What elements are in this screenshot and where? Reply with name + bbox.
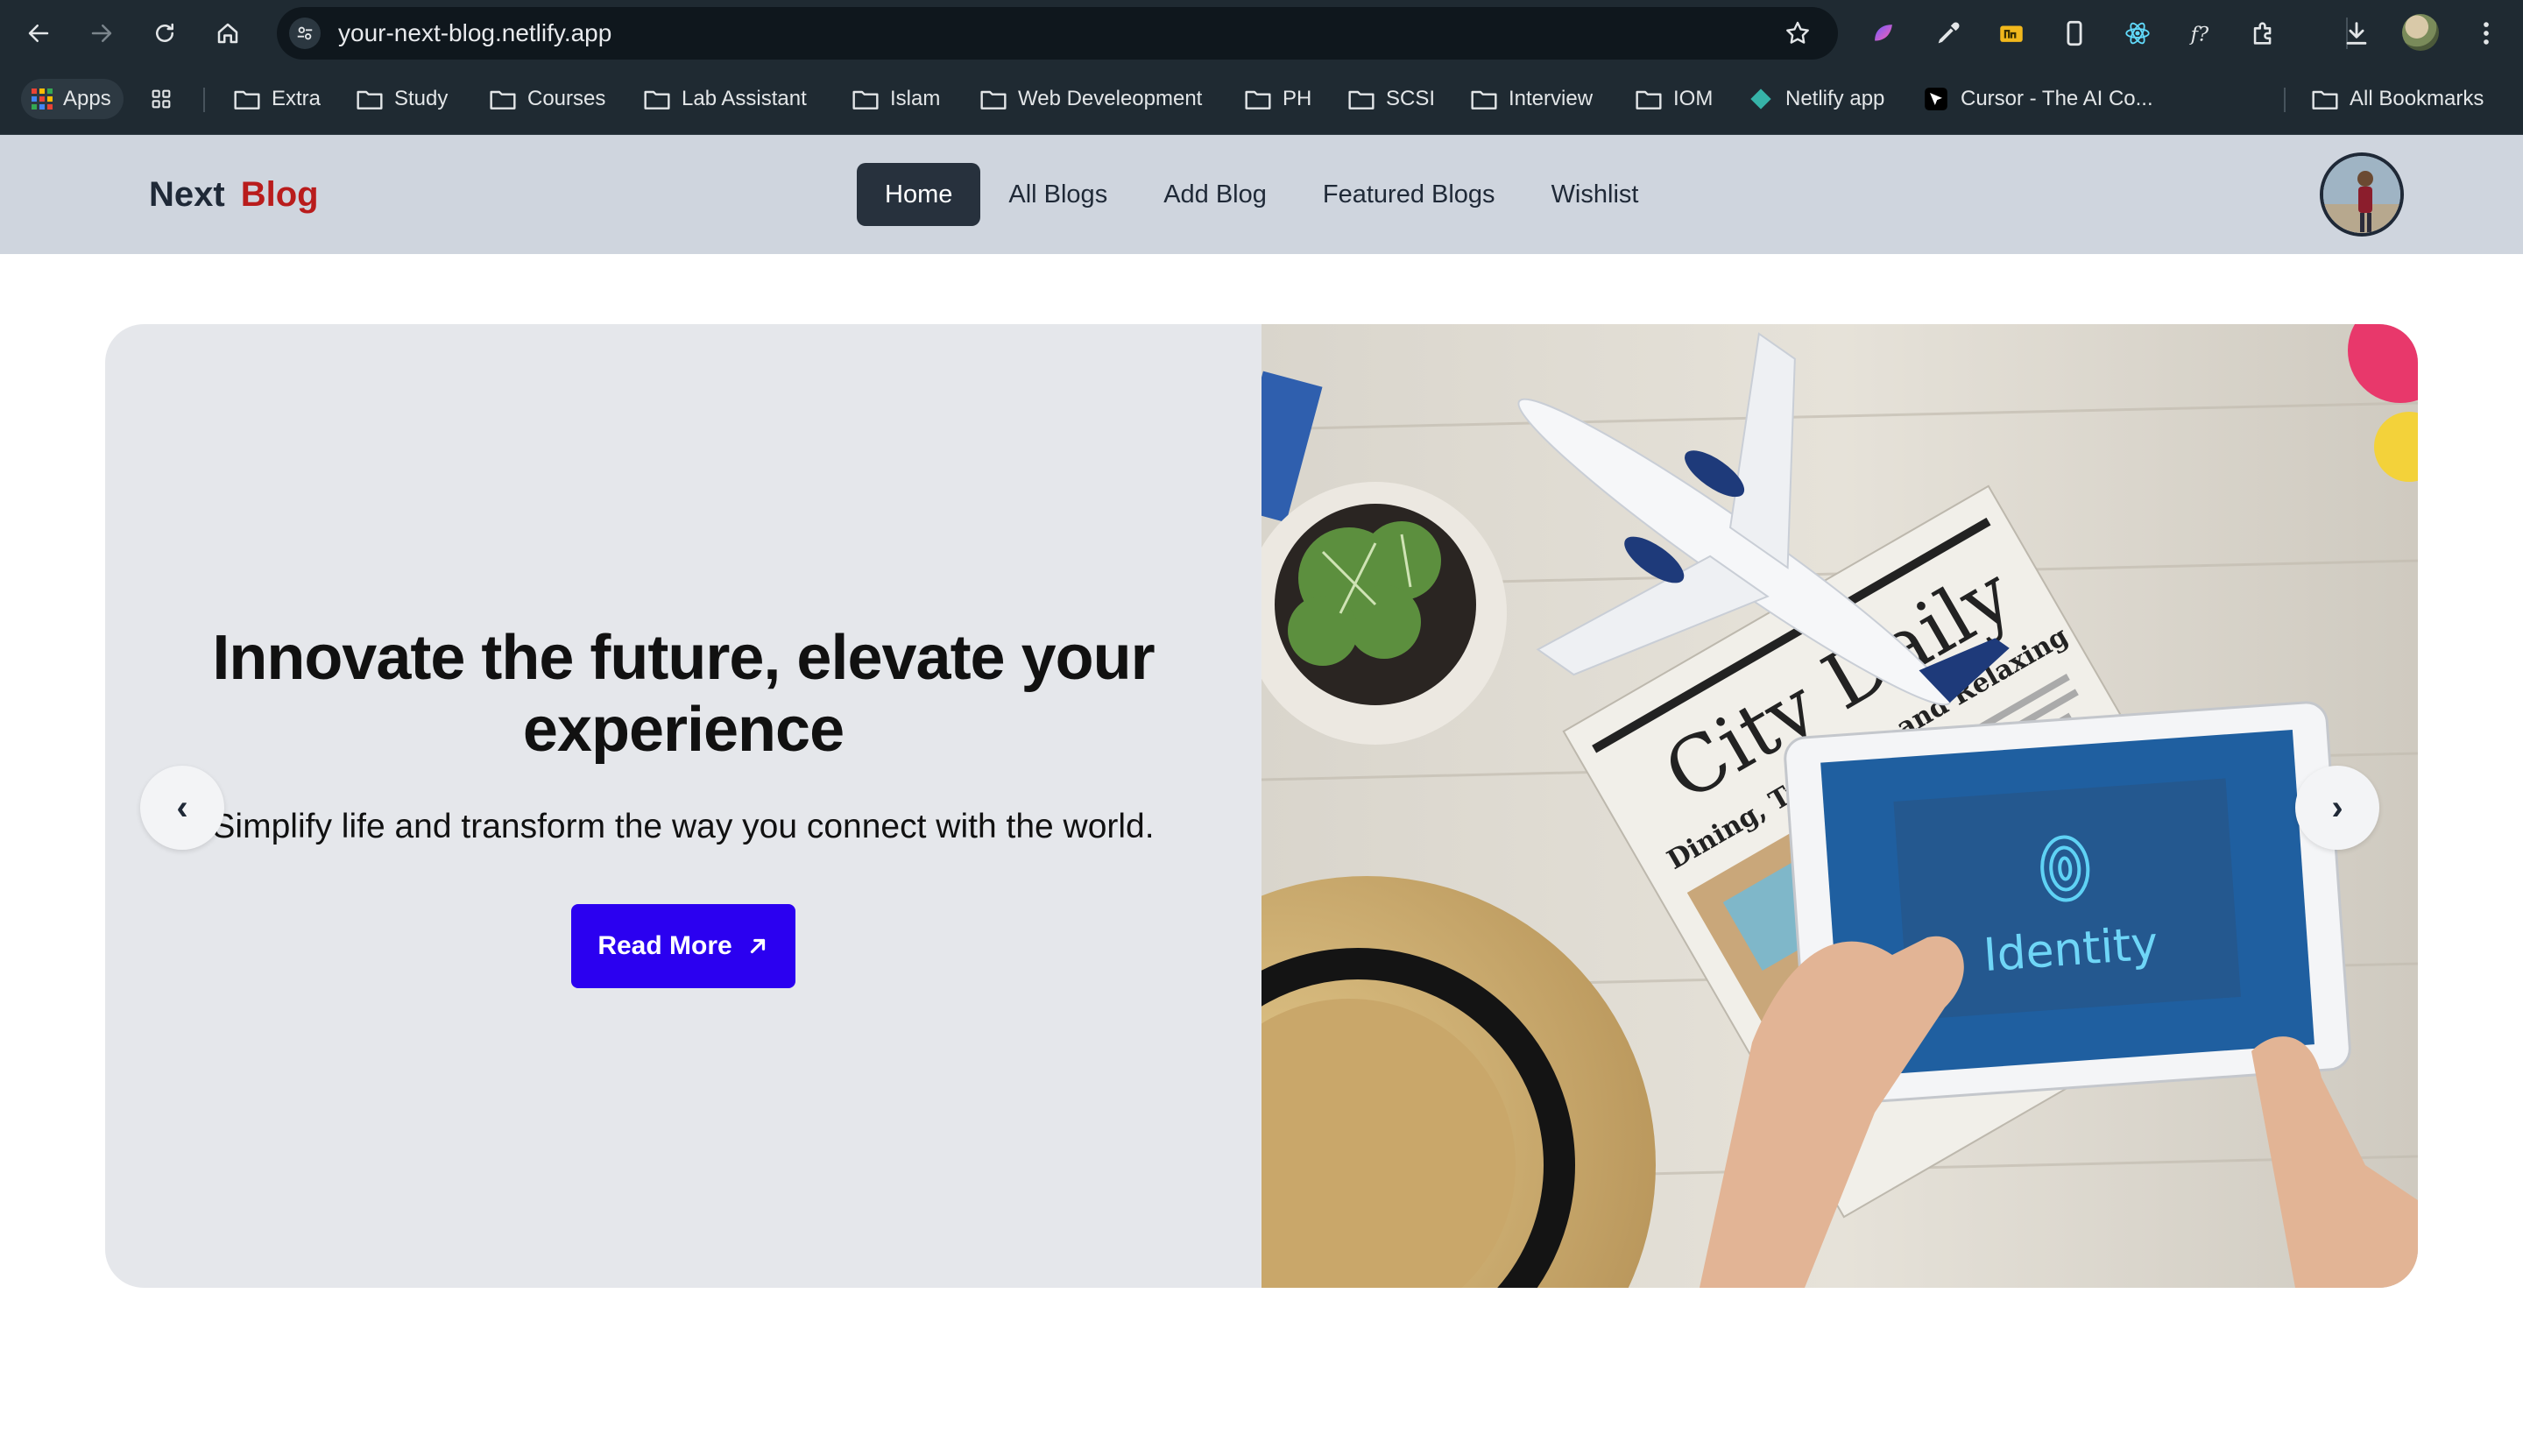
folder-icon	[644, 90, 670, 110]
folder-icon	[1348, 90, 1375, 110]
bookmark-cursor[interactable]: Cursor - The AI Co...	[1922, 79, 2153, 119]
home-button[interactable]	[207, 12, 249, 54]
bookmark-label: All Bookmarks	[2350, 87, 2484, 110]
folder-icon	[1471, 90, 1497, 110]
site-logo[interactable]: Next Blog	[149, 135, 319, 254]
folder-icon	[1636, 90, 1662, 110]
bookmark-folder[interactable]: Study	[356, 79, 448, 119]
download-icon[interactable]	[2339, 16, 2374, 51]
bookmark-folder[interactable]: Web Develeopment	[979, 79, 1202, 119]
bookmark-label: IOM	[1673, 87, 1714, 110]
nav-add-blog[interactable]: Add Blog	[1135, 163, 1295, 226]
bookmark-label: Extra	[272, 87, 322, 110]
hero-text-panel: Innovate the future, elevate your experi…	[105, 324, 1262, 1288]
device-icon[interactable]	[2057, 16, 2092, 51]
bookmark-label: SCSI	[1386, 87, 1436, 110]
bookmark-label: Netlify app	[1785, 87, 1885, 110]
main-menu: Home All Blogs Add Blog Featured Blogs W…	[857, 163, 1666, 226]
bookmark-label: Cursor - The AI Co...	[1961, 87, 2153, 110]
logo-text-next: Next	[149, 174, 225, 214]
bookmark-folder[interactable]: Interview	[1470, 79, 1593, 119]
arrow-up-right-icon	[750, 938, 765, 954]
bookmark-label: Lab Assistant	[682, 87, 807, 110]
back-button[interactable]	[18, 12, 60, 54]
browser-profile-avatar[interactable]	[2402, 14, 2439, 51]
carousel-next-button[interactable]: ›	[2295, 766, 2379, 850]
apps-grid-icon	[32, 88, 53, 110]
url-text[interactable]: your-next-blog.netlify.app	[338, 7, 611, 60]
netlify-icon	[1750, 88, 1771, 110]
carousel-prev-button[interactable]: ‹	[140, 766, 224, 850]
bookmark-folder[interactable]: Lab Assistant	[643, 79, 807, 119]
user-photo	[2323, 156, 2400, 233]
tab-groups-button[interactable]	[147, 79, 175, 119]
hero-title: Innovate the future, elevate your experi…	[212, 623, 1155, 765]
bookmark-label: Interview	[1509, 87, 1594, 110]
site-info-icon[interactable]	[289, 18, 321, 49]
extension-gradient-icon[interactable]	[1866, 16, 1901, 51]
all-bookmarks[interactable]: All Bookmarks	[2311, 79, 2484, 119]
bookmark-folder[interactable]: Courses	[489, 79, 605, 119]
hero-carousel: Innovate the future, elevate your experi…	[105, 324, 2418, 1288]
bookmark-label: Web Develeopment	[1018, 87, 1203, 110]
arrow-left-icon	[28, 25, 49, 42]
font-function-icon[interactable]: f?	[2183, 16, 2218, 51]
eyedropper-icon[interactable]	[1931, 16, 1966, 51]
grid-icon	[152, 89, 171, 109]
svg-text:f?: f?	[2189, 24, 2209, 46]
bookmark-label: Courses	[527, 87, 606, 110]
bookmark-label: Study	[394, 87, 449, 110]
read-more-button[interactable]: Read More	[571, 904, 795, 988]
extension-yellow-icon[interactable]	[1994, 16, 2029, 51]
cursor-app-icon	[1925, 88, 1947, 110]
bookmarks-bar: Apps Extra Study Courses Lab Assistant I…	[0, 67, 2523, 135]
browser-toolbar: your-next-blog.netlify.app f?	[0, 0, 2523, 67]
address-bar[interactable]: your-next-blog.netlify.app	[277, 7, 1838, 60]
arrow-right-icon	[91, 25, 112, 42]
site-navbar: Next Blog Home All Blogs Add Blog Featur…	[0, 135, 2523, 254]
bookmark-apps[interactable]: Apps	[21, 79, 124, 119]
hero-image: City Daily Dining, Traveling and Relaxin…	[1078, 324, 2418, 1288]
bookmark-folder[interactable]: Islam	[852, 79, 940, 119]
user-avatar[interactable]	[2320, 152, 2404, 237]
nav-all-blogs[interactable]: All Blogs	[980, 163, 1135, 226]
folder-icon	[490, 90, 516, 110]
bookmark-folder[interactable]: PH	[1244, 79, 1311, 119]
bookmark-star-icon[interactable]	[1784, 19, 1812, 47]
bookmark-folder[interactable]: IOM	[1635, 79, 1713, 119]
logo-text-blog: Blog	[240, 174, 319, 214]
nav-featured-blogs[interactable]: Featured Blogs	[1295, 163, 1523, 226]
nav-home[interactable]: Home	[857, 163, 981, 226]
folder-icon	[852, 90, 879, 110]
bookmark-apps-label: Apps	[63, 87, 111, 110]
folder-icon	[980, 90, 1007, 110]
puzzle-extensions-icon[interactable]	[2246, 16, 2281, 51]
reload-icon	[156, 23, 173, 42]
bookmark-label: Islam	[890, 87, 941, 110]
bookmark-folder[interactable]: SCSI	[1347, 79, 1435, 119]
reload-button[interactable]	[144, 12, 186, 54]
forward-button[interactable]	[81, 12, 123, 54]
folder-icon	[234, 90, 260, 110]
bookmarks-divider	[203, 88, 205, 112]
bookmark-netlify[interactable]: Netlify app	[1747, 79, 1884, 119]
folder-icon	[2312, 90, 2338, 110]
folder-icon	[357, 90, 383, 110]
react-devtools-icon[interactable]	[2120, 16, 2155, 51]
read-more-label: Read More	[597, 931, 732, 960]
bookmark-folder[interactable]: Extra	[233, 79, 321, 119]
home-icon	[217, 23, 238, 44]
bookmarks-divider	[2284, 88, 2286, 112]
nav-wishlist[interactable]: Wishlist	[1523, 163, 1667, 226]
travel-desk-illustration: City Daily Dining, Traveling and Relaxin…	[1078, 324, 2418, 1288]
folder-icon	[1245, 90, 1271, 110]
kebab-menu-icon[interactable]	[2469, 16, 2504, 51]
bookmark-label: PH	[1283, 87, 1312, 110]
hero-subtitle: Simplify life and transform the way you …	[212, 808, 1155, 845]
